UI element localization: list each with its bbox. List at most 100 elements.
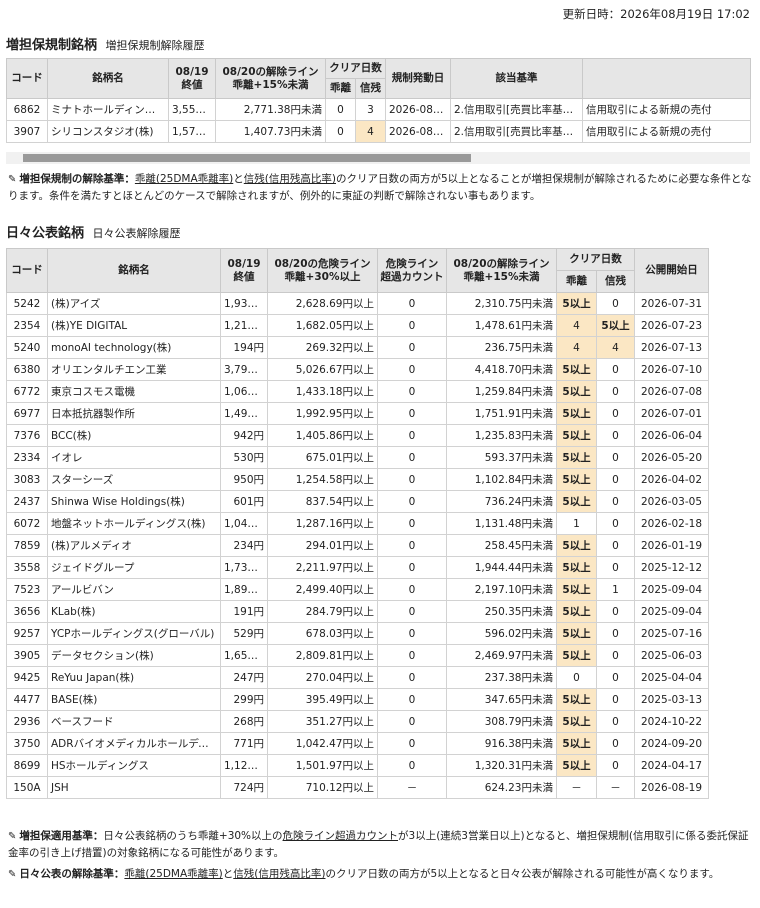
danger-count: 0 <box>377 600 447 623</box>
stock-code[interactable]: 6862 <box>6 98 48 121</box>
danger-line: 1,992.95円以上 <box>267 402 378 425</box>
kairi-days: 5以上 <box>556 644 597 667</box>
stock-name[interactable]: データセクション(株) <box>47 644 221 667</box>
stock-code[interactable]: 3750 <box>6 732 48 755</box>
stock-name[interactable]: オリエンタルチエン工業 <box>47 358 221 381</box>
stock-name[interactable]: 地盤ネットホールディングス(株) <box>47 512 221 535</box>
close-price: 1,657円 <box>220 644 268 667</box>
horizontal-scrollbar[interactable] <box>6 152 750 164</box>
stock-code[interactable]: 2334 <box>6 446 48 469</box>
regulation-date: 2026-08-17 <box>385 98 451 121</box>
stock-name[interactable]: ベースフード <box>47 710 221 733</box>
stock-code[interactable]: 8699 <box>6 754 48 777</box>
stock-code[interactable]: 3558 <box>6 556 48 579</box>
stock-name[interactable]: KLab(株) <box>47 600 221 623</box>
criteria-detail: 信用取引による新規の売付 <box>582 120 751 143</box>
stock-code[interactable]: 3656 <box>6 600 48 623</box>
table-row: 6977 日本抵抗器製作所 1,498円 1,992.95円以上 0 1,751.91円未… <box>6 402 709 425</box>
scrollbar-thumb[interactable] <box>23 154 471 162</box>
stock-name[interactable]: シリコンスタジオ(株) <box>47 120 169 143</box>
table-row: 4477 BASE(株) 299円 395.49円以上 0 347.65円未満 5以上 0 20… <box>6 688 709 711</box>
stock-code[interactable]: 6072 <box>6 512 48 535</box>
stock-code[interactable]: 7523 <box>6 578 48 601</box>
table-row: 5242 (株)アイズ 1,938円 2,628.69円以上 0 2,310.75円未満 5… <box>6 292 709 315</box>
danger-line: 1,682.05円以上 <box>267 314 378 337</box>
stock-name[interactable]: 日本抵抗器製作所 <box>47 402 221 425</box>
note-text: のクリア日数の両方が5以上となると日々公表が解除される可能性が高くなります。 <box>325 868 720 880</box>
stock-name[interactable]: BCC(株) <box>47 424 221 447</box>
stock-code[interactable]: 6772 <box>6 380 48 403</box>
col-name: 銘柄名 <box>47 58 169 99</box>
criteria: 2.信用取引[売買比率基準「ロ」 <box>450 120 583 143</box>
margin-title-text: 増担保規制銘柄 <box>6 38 98 53</box>
stock-name[interactable]: (株)YE DIGITAL <box>47 314 221 337</box>
kairi-days: 5以上 <box>556 468 597 491</box>
stock-name[interactable]: ミナトホールディングス <box>47 98 169 121</box>
daily-history-link[interactable]: 日々公表解除履歴 <box>93 227 181 240</box>
close-price: 299円 <box>220 688 268 711</box>
danger-count-link[interactable]: 危険ライン超過カウント <box>283 830 399 842</box>
stock-name[interactable]: スターシーズ <box>47 468 221 491</box>
stock-code[interactable]: 3907 <box>6 120 48 143</box>
margin-history-link[interactable]: 増担保規制解除履歴 <box>106 39 205 52</box>
table-row: 7523 アールビバン 1,898円 2,499.40円以上 0 2,197.10円未満 5… <box>6 578 709 601</box>
stock-name[interactable]: ADRバイオメディカルホールディングス <box>47 732 221 755</box>
danger-line: 1,433.18円以上 <box>267 380 378 403</box>
shinzan-days: 1 <box>596 578 635 601</box>
stock-code[interactable]: 6380 <box>6 358 48 381</box>
danger-line: 2,211.97円以上 <box>267 556 378 579</box>
danger-count: 0 <box>377 512 447 535</box>
stock-code[interactable]: 4477 <box>6 688 48 711</box>
danger-count: 0 <box>377 292 447 315</box>
stock-name[interactable]: アールビバン <box>47 578 221 601</box>
stock-name[interactable]: 東京コスモス電機 <box>47 380 221 403</box>
stock-code[interactable]: 9257 <box>6 622 48 645</box>
stock-name[interactable]: ReYuu Japan(株) <box>47 666 221 689</box>
kairi-days: 5以上 <box>556 534 597 557</box>
stock-code[interactable]: 6977 <box>6 402 48 425</box>
close-price: 1,121円 <box>220 754 268 777</box>
stock-name[interactable]: YCPホールディングス(グローバル) <box>47 622 221 645</box>
shinzan-days: 0 <box>596 446 635 469</box>
stock-code[interactable]: 5240 <box>6 336 48 359</box>
stock-name[interactable]: HSホールディングス <box>47 754 221 777</box>
shinzan-link[interactable]: 信残(信用残高比率) <box>233 868 325 880</box>
col-close: 08/19 終値 <box>168 58 216 99</box>
stock-code[interactable]: 3083 <box>6 468 48 491</box>
table-row: 3905 データセクション(株) 1,657円 2,809.81円以上 0 2,469.9… <box>6 644 709 667</box>
stock-name[interactable]: monoAI technology(株) <box>47 336 221 359</box>
stock-code[interactable]: 9425 <box>6 666 48 689</box>
stock-name[interactable]: (株)アルメディオ <box>47 534 221 557</box>
stock-name[interactable]: イオレ <box>47 446 221 469</box>
stock-code[interactable]: 2437 <box>6 490 48 513</box>
pencil-icon: ✎ <box>8 174 17 185</box>
shinzan-days: 0 <box>596 292 635 315</box>
kairi-days: 5以上 <box>556 292 597 315</box>
col-shinzan: 信残 <box>596 270 635 293</box>
stock-code[interactable]: 3905 <box>6 644 48 667</box>
kairi-link[interactable]: 乖離(25DMA乖離率) <box>124 868 222 880</box>
stock-code[interactable]: 7376 <box>6 424 48 447</box>
stock-code[interactable]: 2936 <box>6 710 48 733</box>
stock-code[interactable]: 7859 <box>6 534 48 557</box>
stock-name[interactable]: ジェイドグループ <box>47 556 221 579</box>
shinzan-days: 0 <box>596 468 635 491</box>
kairi-days: － <box>556 776 597 799</box>
daily-table: コード 銘柄名 08/19 終値 08/20の危険ライン 乖離+30%以上 危険… <box>6 248 709 799</box>
kairi-link[interactable]: 乖離(25DMA乖離率) <box>135 173 233 185</box>
release-line: 1,131.48円未満 <box>446 512 557 535</box>
stock-name[interactable]: JSH <box>47 776 221 799</box>
col-close: 08/19 終値 <box>220 248 268 293</box>
stock-code[interactable]: 2354 <box>6 314 48 337</box>
stock-name[interactable]: BASE(株) <box>47 688 221 711</box>
danger-count: 0 <box>377 710 447 733</box>
table-row: 6380 オリエンタルチエン工業 3,790円 5,026.67円以上 0 4,418.7… <box>6 358 709 381</box>
stock-name[interactable]: (株)アイズ <box>47 292 221 315</box>
close-price: 771円 <box>220 732 268 755</box>
stock-code[interactable]: 5242 <box>6 292 48 315</box>
danger-line: 1,287.16円以上 <box>267 512 378 535</box>
stock-code[interactable]: 150A <box>6 776 48 799</box>
stock-name[interactable]: Shinwa Wise Holdings(株) <box>47 490 221 513</box>
shinzan-link[interactable]: 信残(信用残高比率) <box>244 173 336 185</box>
danger-line: 2,628.69円以上 <box>267 292 378 315</box>
